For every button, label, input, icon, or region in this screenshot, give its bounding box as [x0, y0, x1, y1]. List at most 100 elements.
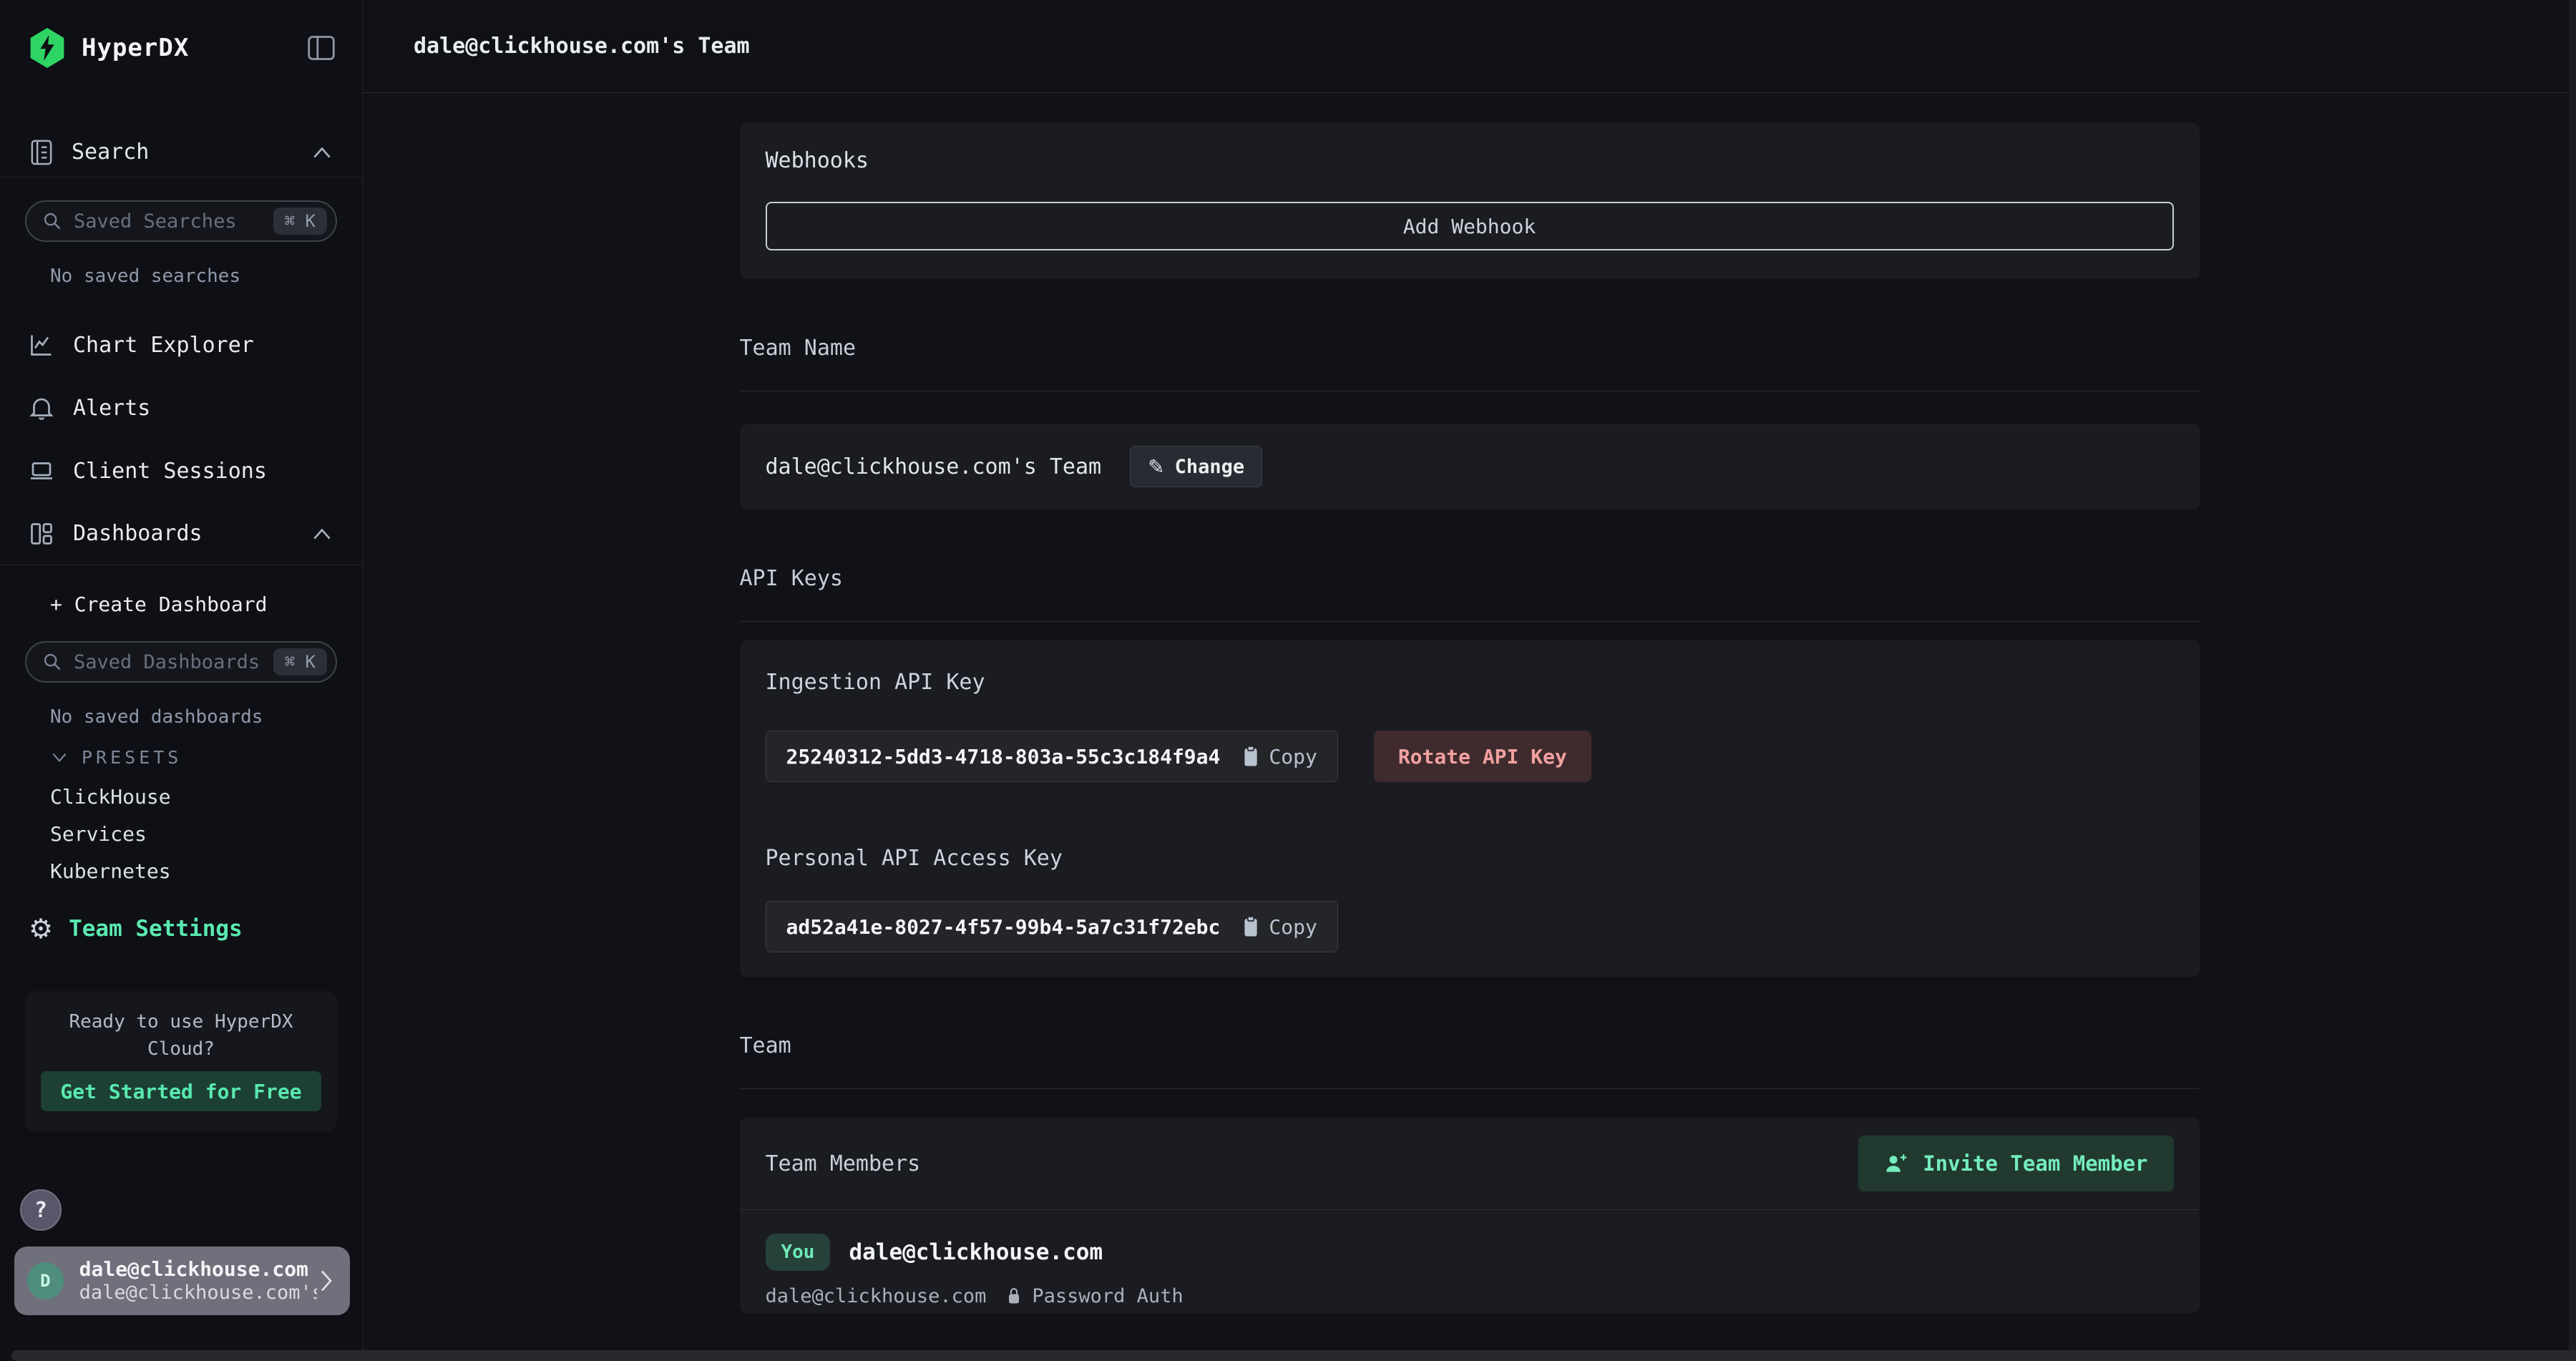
section-divider [740, 1088, 2200, 1089]
copy-label: Copy [1269, 745, 1317, 769]
you-badge: You [766, 1234, 831, 1271]
app-root: HyperDX Search Saved Searches ⌘ K No sav… [0, 0, 2576, 1361]
saved-searches-input[interactable]: Saved Searches ⌘ K [25, 200, 337, 242]
team-section-title: Team [740, 1033, 2200, 1060]
copy-group: Copy [1241, 915, 1317, 939]
clipboard-icon [1241, 915, 1260, 938]
person-plus-icon [1884, 1152, 1908, 1175]
sidebar-item-chart-explorer[interactable]: Chart Explorer [0, 313, 362, 376]
sidebar: HyperDX Search Saved Searches ⌘ K No sav… [0, 0, 363, 1361]
api-keys-card: Ingestion API Key 25240312-5dd3-4718-803… [740, 640, 2200, 977]
copy-label: Copy [1269, 915, 1317, 939]
sidebar-collapse-icon[interactable] [306, 34, 336, 62]
sidebar-item-client-sessions[interactable]: Client Sessions [0, 439, 362, 502]
change-label: Change [1175, 456, 1245, 478]
member-name: dale@clickhouse.com [849, 1239, 1103, 1265]
dashboards-icon [29, 521, 54, 547]
sidebar-item-alerts[interactable]: Alerts [0, 376, 362, 439]
saved-dashboards-placeholder: Saved Dashboards [74, 651, 260, 673]
shortcut-badge: ⌘ K [273, 208, 327, 235]
copy-group: Copy [1241, 745, 1317, 769]
app-title: HyperDX [82, 34, 189, 62]
get-started-button[interactable]: Get Started for Free [41, 1071, 321, 1111]
team-name-value: dale@clickhouse.com's Team [766, 454, 1102, 479]
ingestion-key-label: Ingestion API Key [766, 669, 2174, 696]
horizontal-scrollbar[interactable] [11, 1350, 2576, 1361]
member-row: You dale@clickhouse.com dale@clickhouse.… [740, 1210, 2200, 1313]
preset-kubernetes[interactable]: Kubernetes [50, 852, 362, 889]
user-meta: dale@clickhouse.com dale@clickhouse.com'… [79, 1257, 317, 1304]
presets-label: PRESETS [82, 747, 182, 768]
personal-key-value: ad52a41e-8027-4f57-99b4-5a7c31f72ebc [786, 915, 1221, 939]
logo-row: HyperDX [0, 29, 362, 67]
cloud-promo-card: Ready to use HyperDX Cloud? Get Started … [25, 991, 337, 1131]
no-saved-dashboards-text: No saved dashboards [50, 706, 362, 728]
chevron-down-icon [50, 751, 69, 764]
personal-key-label: Personal API Access Key [766, 845, 2174, 872]
rotate-api-key-button[interactable]: Rotate API Key [1374, 731, 1591, 782]
gear-icon: ⚙ [29, 915, 53, 942]
team-settings-label: Team Settings [69, 916, 243, 942]
invite-team-member-button[interactable]: Invite Team Member [1858, 1136, 2173, 1191]
invite-label: Invite Team Member [1923, 1151, 2147, 1176]
ingestion-key-value: 25240312-5dd3-4718-803a-55c3c184f9a4 [786, 745, 1221, 769]
cloud-promo-line2: Cloud? [41, 1035, 321, 1063]
sidebar-item-team-settings[interactable]: ⚙ Team Settings [0, 911, 362, 947]
ingestion-key-row: 25240312-5dd3-4718-803a-55c3c184f9a4 Cop… [766, 731, 2174, 782]
member-details: dale@clickhouse.com Password Auth [766, 1284, 2174, 1307]
webhooks-card: Webhooks Add Webhook [740, 123, 2200, 279]
preset-services[interactable]: Services [50, 815, 362, 852]
cloud-promo-text: Ready to use HyperDX Cloud? [41, 1008, 321, 1063]
no-saved-searches-text: No saved searches [50, 265, 362, 288]
team-name-section-title: Team Name [740, 335, 2200, 362]
search-icon [42, 211, 62, 231]
team-members-title: Team Members [766, 1151, 921, 1176]
sidebar-item-dashboards[interactable]: Dashboards [0, 502, 362, 565]
search-section-label: Search [72, 140, 149, 165]
preset-clickhouse[interactable]: ClickHouse [50, 778, 362, 815]
settings-scroll-area[interactable]: Webhooks Add Webhook Team Name dale@clic… [363, 93, 2576, 1361]
laptop-icon [29, 458, 54, 484]
presets-toggle[interactable]: PRESETS [50, 747, 362, 768]
nav-label: Alerts [73, 396, 150, 421]
chevron-up-icon [311, 145, 333, 160]
change-team-name-button[interactable]: ✎ Change [1130, 446, 1262, 487]
avatar: D [27, 1262, 64, 1299]
user-name: dale@clickhouse.com [79, 1257, 317, 1282]
search-icon [42, 652, 62, 672]
sidebar-nav: Chart Explorer Alerts Client Sessions Da… [0, 313, 362, 565]
user-team: dale@clickhouse.com's [79, 1282, 317, 1304]
team-name-card: dale@clickhouse.com's Team ✎ Change [740, 424, 2200, 509]
page-title: dale@clickhouse.com's Team [414, 34, 750, 59]
add-webhook-button[interactable]: Add Webhook [766, 202, 2174, 250]
pencil-icon: ✎ [1148, 455, 1164, 479]
chevron-right-icon [317, 1268, 336, 1294]
team-members-header: Team Members Invite Team Member [740, 1118, 2200, 1209]
section-divider [740, 621, 2200, 622]
saved-dashboards-input[interactable]: Saved Dashboards ⌘ K [25, 641, 337, 683]
chart-icon [29, 332, 54, 358]
auth-method: Password Auth [1032, 1285, 1183, 1307]
preset-list: ClickHouse Services Kubernetes [0, 778, 362, 889]
member-email: dale@clickhouse.com [766, 1285, 987, 1307]
personal-key-copy-chip[interactable]: ad52a41e-8027-4f57-99b4-5a7c31f72ebc Cop… [766, 901, 1338, 952]
vertical-scrollbar[interactable] [2569, 0, 2576, 1361]
user-menu[interactable]: D dale@clickhouse.com dale@clickhouse.co… [14, 1247, 350, 1315]
page-header: dale@clickhouse.com's Team [363, 0, 2576, 93]
sidebar-section-search[interactable]: Search [0, 127, 362, 177]
team-members-card: Team Members Invite Team Member You dal [740, 1118, 2200, 1313]
nav-label: Client Sessions [73, 459, 267, 484]
personal-key-row: ad52a41e-8027-4f57-99b4-5a7c31f72ebc Cop… [766, 901, 2174, 952]
help-button[interactable]: ? [20, 1189, 62, 1231]
clipboard-icon [1241, 745, 1260, 768]
nav-label: Dashboards [73, 521, 203, 546]
chevron-up-icon [311, 526, 333, 542]
create-dashboard-button[interactable]: + Create Dashboard [50, 590, 362, 618]
api-keys-section-title: API Keys [740, 565, 2200, 592]
shortcut-badge: ⌘ K [273, 648, 327, 675]
lock-icon [1006, 1286, 1022, 1306]
webhooks-title: Webhooks [766, 147, 2174, 175]
ingestion-key-copy-chip[interactable]: 25240312-5dd3-4718-803a-55c3c184f9a4 Cop… [766, 731, 1338, 782]
nav-label: Chart Explorer [73, 333, 254, 358]
main-area: dale@clickhouse.com's Team Webhooks Add … [363, 0, 2576, 1361]
